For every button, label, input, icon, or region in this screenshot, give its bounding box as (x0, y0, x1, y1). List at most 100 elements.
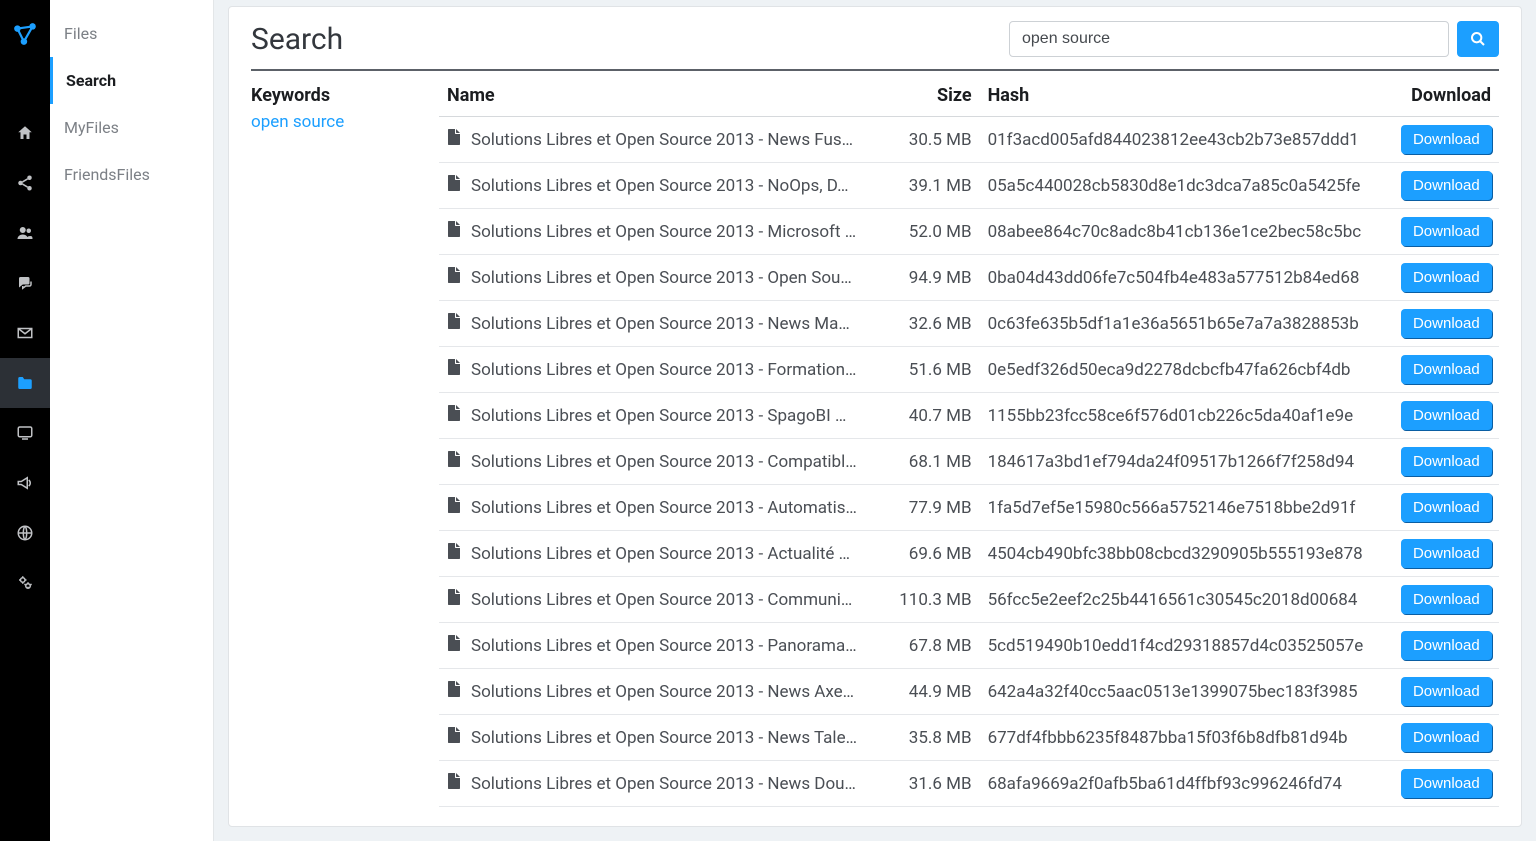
download-button[interactable]: Download (1401, 263, 1492, 292)
search-button[interactable] (1457, 21, 1499, 57)
file-name: Solutions Libres et Open Source 2013 - C… (471, 452, 857, 472)
nav-share[interactable] (0, 158, 50, 208)
keywords-heading: Keywords (251, 85, 439, 106)
file-icon (447, 681, 461, 702)
download-button[interactable]: Download (1401, 309, 1492, 338)
download-button[interactable]: Download (1401, 769, 1492, 798)
search-input[interactable] (1009, 21, 1449, 57)
file-size: 94.9 MB (884, 255, 979, 301)
download-button[interactable]: Download (1401, 631, 1492, 660)
nav-mail[interactable] (0, 308, 50, 358)
sidebar-item-myfiles[interactable]: MyFiles (50, 104, 213, 151)
download-button[interactable]: Download (1401, 125, 1492, 154)
nav-people[interactable] (0, 208, 50, 258)
file-hash: 4504cb490bfc38bb08cbcd3290905b555193e878 (980, 531, 1393, 577)
table-row: Solutions Libres et Open Source 2013 - C… (439, 439, 1499, 485)
file-hash: 0ba04d43dd06fe7c504fb4e483a577512b84ed68 (980, 255, 1393, 301)
download-button[interactable]: Download (1401, 493, 1492, 522)
sidebar-item-files[interactable]: Files (50, 10, 213, 57)
nav-settings[interactable] (0, 558, 50, 608)
file-hash: 08abee864c70c8adc8b41cb136e1ce2bec58c5bc (980, 209, 1393, 255)
file-icon (447, 221, 461, 242)
table-row: Solutions Libres et Open Source 2013 - P… (439, 623, 1499, 669)
file-hash: 642a4a32f40cc5aac0513e1399075bec183f3985 (980, 669, 1393, 715)
table-row: Solutions Libres et Open Source 2013 - N… (439, 807, 1499, 813)
download-button[interactable]: Download (1401, 171, 1492, 200)
file-hash: 68afa9669a2f0afb5ba61d4ffbf93c996246fd74 (980, 761, 1393, 807)
download-button[interactable]: Download (1401, 677, 1492, 706)
page-title: Search (251, 22, 343, 57)
nav-announce[interactable] (0, 458, 50, 508)
download-button[interactable]: Download (1401, 217, 1492, 246)
table-row: Solutions Libres et Open Source 2013 - C… (439, 577, 1499, 623)
nav-channels[interactable] (0, 408, 50, 458)
col-header-download: Download (1393, 81, 1499, 117)
keyword-link[interactable]: open source (251, 112, 439, 132)
table-row: Solutions Libres et Open Source 2013 - O… (439, 255, 1499, 301)
download-button[interactable]: Download (1401, 447, 1492, 476)
nav-network[interactable] (0, 508, 50, 558)
file-name: Solutions Libres et Open Source 2013 - P… (471, 636, 857, 656)
table-row: Solutions Libres et Open Source 2013 - F… (439, 347, 1499, 393)
file-name: Solutions Libres et Open Source 2013 - N… (471, 314, 850, 334)
file-size: 51.6 MB (884, 347, 979, 393)
search-panel: Search Keywords open source (228, 6, 1522, 827)
file-size: 30.5 MB (884, 117, 979, 163)
file-name: Solutions Libres et Open Source 2013 - A… (471, 498, 857, 518)
download-button[interactable]: Download (1401, 401, 1492, 430)
file-icon (447, 543, 461, 564)
table-row: Solutions Libres et Open Source 2013 - N… (439, 669, 1499, 715)
table-row: Solutions Libres et Open Source 2013 - N… (439, 117, 1499, 163)
table-row: Solutions Libres et Open Source 2013 - M… (439, 209, 1499, 255)
file-size: 77.9 MB (884, 485, 979, 531)
file-size: 35.8 MB (884, 715, 979, 761)
download-button[interactable]: Download (1401, 355, 1492, 384)
file-name: Solutions Libres et Open Source 2013 - A… (471, 544, 850, 564)
nav-files[interactable] (0, 358, 50, 408)
download-button[interactable]: Download (1401, 539, 1492, 568)
file-icon (447, 267, 461, 288)
file-icon (447, 497, 461, 518)
file-size: 68.1 MB (884, 439, 979, 485)
sidebar-item-search[interactable]: Search (50, 57, 213, 104)
download-button[interactable]: Download (1401, 723, 1492, 752)
file-name: Solutions Libres et Open Source 2013 - N… (471, 176, 849, 196)
file-icon (447, 405, 461, 426)
col-header-name: Name (439, 81, 884, 117)
file-hash: 1fa5d7ef5e15980c566a5752146e7518bbe2d91f (980, 485, 1393, 531)
file-icon (447, 727, 461, 748)
sidebar-item-friendsfiles[interactable]: FriendsFiles (50, 151, 213, 198)
app-logo-icon (0, 8, 50, 60)
search-icon (1470, 31, 1486, 47)
file-hash: 677df4fbbb6235f8487bba15f03f6b8dfb81d94b (980, 715, 1393, 761)
nav-home[interactable] (0, 108, 50, 158)
files-sidebar: FilesSearchMyFilesFriendsFiles (50, 0, 214, 841)
file-size: 69.6 MB (884, 531, 979, 577)
file-size: 32.6 MB (884, 301, 979, 347)
file-icon (447, 359, 461, 380)
file-name: Solutions Libres et Open Source 2013 - M… (471, 222, 856, 242)
nav-chat[interactable] (0, 258, 50, 308)
file-icon (447, 589, 461, 610)
file-name: Solutions Libres et Open Source 2013 - O… (471, 268, 852, 288)
file-hash: 0e5edf326d50eca9d2278dcbcfb47fa626cbf4db (980, 347, 1393, 393)
file-name: Solutions Libres et Open Source 2013 - F… (471, 360, 856, 380)
results-table: Name Size Hash Download Solutions Libres… (439, 81, 1499, 812)
file-size: 52.0 MB (884, 209, 979, 255)
nav-rail (0, 0, 50, 841)
file-size: 67.8 MB (884, 623, 979, 669)
table-row: Solutions Libres et Open Source 2013 - A… (439, 485, 1499, 531)
file-size: 39.1 MB (884, 163, 979, 209)
download-button[interactable]: Download (1401, 585, 1492, 614)
file-icon (447, 129, 461, 150)
file-hash: 1155bb23fcc58ce6f576d01cb226c5da40af1e9e (980, 393, 1393, 439)
file-name: Solutions Libres et Open Source 2013 - N… (471, 682, 854, 702)
file-size: 44.9 MB (884, 669, 979, 715)
file-size: 64.0 MB (884, 807, 979, 813)
file-name: Solutions Libres et Open Source 2013 - C… (471, 590, 852, 610)
file-hash: 5cd519490b10edd1f4cd29318857d4c03525057e (980, 623, 1393, 669)
file-name: Solutions Libres et Open Source 2013 - N… (471, 774, 856, 794)
file-size: 40.7 MB (884, 393, 979, 439)
file-icon (447, 451, 461, 472)
table-row: Solutions Libres et Open Source 2013 - N… (439, 761, 1499, 807)
